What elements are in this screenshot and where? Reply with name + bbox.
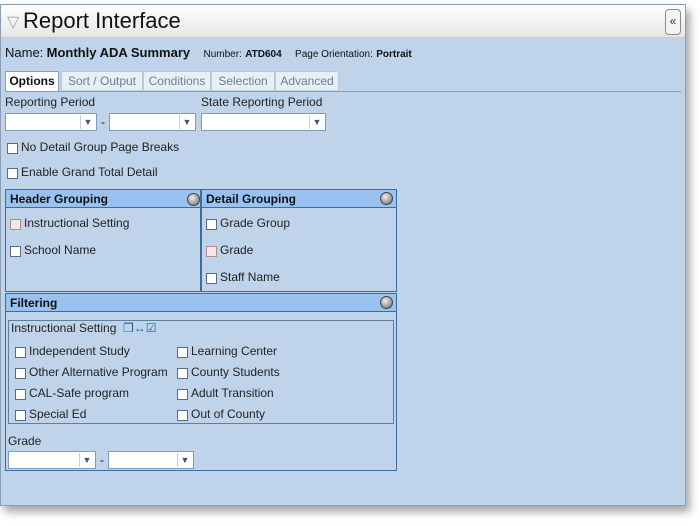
adult-transition-checkbox[interactable]: [177, 389, 188, 400]
independent-study-checkbox[interactable]: [15, 347, 26, 358]
state-reporting-period-select[interactable]: ▼: [201, 113, 326, 131]
detail-grouping-title: Detail Grouping: [202, 190, 396, 208]
copy-swap-check-icon[interactable]: ❐↔☑: [123, 321, 157, 335]
tab-divider: [5, 91, 681, 92]
school-name-label: School Name: [24, 243, 97, 257]
detail-grouping-title-text: Detail Grouping: [206, 192, 296, 206]
independent-study-label: Independent Study: [29, 344, 130, 358]
detail-grouping-panel: Detail Grouping Grade Group Grade Staff …: [201, 189, 397, 292]
reporting-period-label: Reporting Period: [5, 95, 96, 109]
reporting-period-start-select[interactable]: ▼: [5, 113, 97, 131]
header-grouping-title: Header Grouping: [6, 190, 200, 208]
staff-name-label: Staff Name: [220, 270, 280, 284]
collapse-button[interactable]: «: [665, 9, 681, 35]
instructional-setting-checkbox[interactable]: [10, 219, 21, 230]
chevron-down-icon: ▼: [80, 115, 95, 129]
tab-conditions[interactable]: Conditions: [143, 71, 211, 90]
page-title: Report Interface: [23, 8, 181, 33]
out-of-county-checkbox[interactable]: [177, 410, 188, 421]
cal-safe-program-checkbox[interactable]: [15, 389, 26, 400]
instructional-setting-label: Instructional Setting: [24, 216, 130, 230]
tab-options[interactable]: Options: [5, 71, 59, 92]
report-name: Monthly ADA Summary: [46, 45, 191, 60]
learning-center-checkbox[interactable]: [177, 347, 188, 358]
filtering-panel: Filtering Instructional Setting ❐↔☑ Inde…: [5, 293, 397, 471]
learning-center-label: Learning Center: [191, 344, 278, 358]
grade-range-separator: -: [100, 453, 104, 467]
enable-grand-total-label: Enable Grand Total Detail: [21, 165, 158, 179]
range-separator: -: [101, 115, 105, 129]
title-bar: ▽ Report Interface «: [1, 5, 685, 38]
circle-toggle-icon[interactable]: [380, 192, 393, 205]
grade-label: Grade: [220, 243, 254, 257]
no-detail-breaks-label: No Detail Group Page Breaks: [21, 140, 180, 154]
cal-safe-program-label: CAL-Safe program: [29, 386, 130, 400]
circle-toggle-icon[interactable]: [380, 296, 393, 309]
chevron-down-icon: ▼: [179, 115, 194, 129]
orientation-value: Portrait: [376, 49, 412, 60]
enable-grand-total-checkbox[interactable]: [7, 168, 18, 179]
special-ed-label: Special Ed: [29, 407, 87, 421]
instructional-setting-filter-box: Instructional Setting ❐↔☑ Independent St…: [8, 320, 394, 424]
circle-toggle-icon[interactable]: [187, 193, 200, 206]
filter-icon: ▽: [7, 14, 20, 31]
other-alternative-program-label: Other Alternative Program: [29, 365, 168, 379]
number-label: Number:: [203, 49, 242, 60]
tab-advanced[interactable]: Advanced: [275, 71, 339, 90]
filtering-title-text: Filtering: [10, 296, 58, 310]
chevron-down-icon: ▼: [177, 453, 192, 467]
chevron-down-icon: ▼: [79, 453, 94, 467]
chevron-down-icon: ▼: [309, 115, 324, 129]
reporting-period-end-select[interactable]: ▼: [109, 113, 196, 131]
tab-sort-output[interactable]: Sort / Output: [61, 71, 143, 90]
grade-end-select[interactable]: ▼: [108, 451, 194, 469]
report-number: ATD604: [245, 49, 282, 60]
adult-transition-label: Adult Transition: [191, 386, 274, 400]
grade-filter-label: Grade: [8, 434, 42, 448]
report-info: Name: Monthly ADA Summary Number: ATD604…: [5, 45, 412, 60]
other-alternative-program-checkbox[interactable]: [15, 368, 26, 379]
no-detail-breaks-checkbox[interactable]: [7, 143, 18, 154]
school-name-checkbox[interactable]: [10, 246, 21, 257]
state-reporting-period-label: State Reporting Period: [201, 95, 323, 109]
filtering-title: Filtering: [6, 294, 396, 312]
name-label: Name:: [5, 45, 44, 60]
tab-selection[interactable]: Selection: [211, 71, 275, 90]
grade-start-select[interactable]: ▼: [8, 451, 96, 469]
grade-checkbox[interactable]: [206, 246, 217, 257]
special-ed-checkbox[interactable]: [15, 410, 26, 421]
instructional-setting-filter-label: Instructional Setting: [11, 321, 117, 335]
county-students-checkbox[interactable]: [177, 368, 188, 379]
grade-group-label: Grade Group: [220, 216, 291, 230]
staff-name-checkbox[interactable]: [206, 273, 217, 284]
grade-group-checkbox[interactable]: [206, 219, 217, 230]
orientation-label: Page Orientation:: [295, 49, 373, 60]
header-grouping-panel: Header Grouping Instructional Setting Sc…: [5, 189, 201, 292]
report-window: ▽ Report Interface « Name: Monthly ADA S…: [0, 4, 686, 506]
county-students-label: County Students: [191, 365, 280, 379]
out-of-county-label: Out of County: [191, 407, 266, 421]
